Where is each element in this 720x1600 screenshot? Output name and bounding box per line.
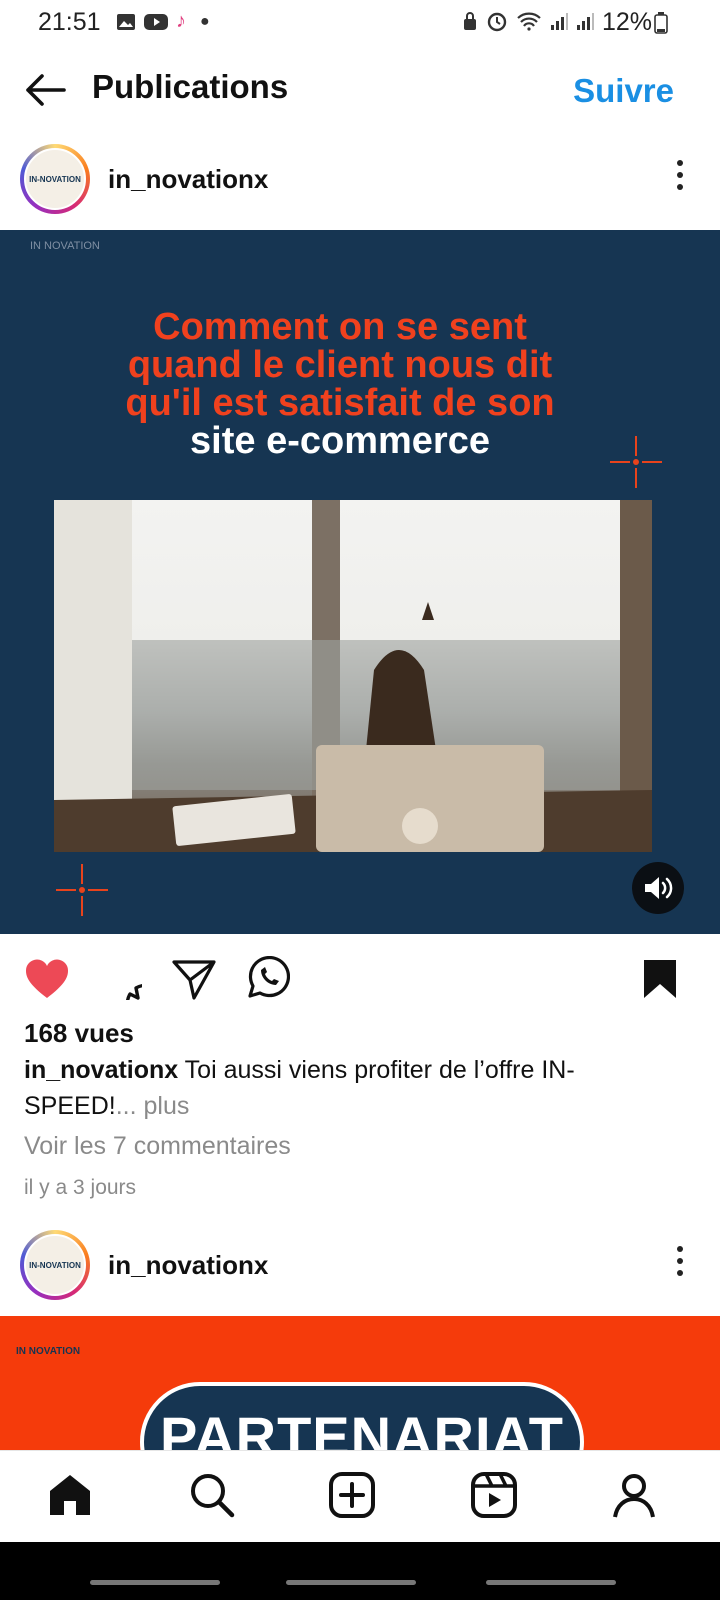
post-header: IN-NOVATION in_novationx: [0, 130, 720, 230]
brand-watermark: IN NOVATION: [16, 1346, 81, 1357]
partner-banner: PARTENARIAT: [140, 1382, 584, 1450]
headline-line-1: Comment on se sent: [153, 306, 527, 348]
caption-more-link[interactable]: ... plus: [116, 1092, 190, 1120]
bookmark-icon[interactable]: [642, 958, 678, 1000]
post-caption: in_novationx Toi aussi viens profiter de…: [24, 1052, 664, 1124]
post-username[interactable]: in_novationx: [108, 1250, 268, 1281]
brand-watermark: IN NOVATION: [30, 240, 100, 252]
alarm-icon: [487, 12, 507, 32]
tiktok-icon: ♪: [176, 10, 186, 32]
headline-line-4: site e-commerce: [190, 420, 490, 462]
vpn-lock-icon: [464, 12, 476, 30]
video-headline: Comment on se sent quand le client nous …: [0, 308, 680, 460]
avatar-logo: IN-NOVATION: [24, 148, 86, 210]
profile-icon[interactable]: [610, 1471, 658, 1519]
back-arrow-icon[interactable]: [22, 70, 68, 110]
comment-icon[interactable]: [100, 958, 142, 1000]
status-time: 21:51: [38, 8, 101, 36]
follow-button[interactable]: Suivre: [573, 72, 674, 110]
avatar[interactable]: IN-NOVATION: [20, 1230, 90, 1300]
headline-line-3: qu'il est satisfait de son: [125, 382, 555, 424]
share-icon[interactable]: [172, 958, 216, 1000]
signal-icon-2: [577, 13, 594, 30]
avatar[interactable]: IN-NOVATION: [20, 144, 90, 214]
recent-apps-button[interactable]: [90, 1580, 220, 1585]
partner-banner-text: PARTENARIAT: [159, 1405, 564, 1450]
page-title: Publications: [92, 68, 289, 105]
sound-toggle-button[interactable]: [632, 862, 684, 914]
battery-percent: 12%: [602, 8, 653, 36]
bottom-navigation: [0, 1450, 720, 1543]
home-gesture-button[interactable]: [286, 1580, 416, 1585]
heart-icon[interactable]: [24, 958, 70, 1000]
notification-icons: ♪ ●: [116, 10, 210, 33]
sparkle-icon: [56, 864, 108, 916]
search-icon[interactable]: [188, 1471, 236, 1519]
back-gesture-button[interactable]: [486, 1580, 616, 1585]
post-media-image[interactable]: IN NOVATION PARTENARIAT: [0, 1316, 720, 1450]
view-comments-link[interactable]: Voir les 7 commentaires: [24, 1132, 291, 1161]
top-app-bar: Publications Suivre: [0, 46, 720, 132]
status-bar: 21:51 ♪ ● 12%: [0, 0, 720, 46]
wifi-icon: [517, 12, 541, 31]
avatar-logo: IN-NOVATION: [24, 1234, 86, 1296]
whatsapp-icon[interactable]: [246, 956, 290, 1000]
home-icon[interactable]: [46, 1471, 94, 1519]
system-navigation-bar: [0, 1542, 720, 1600]
sparkle-icon: [610, 436, 662, 488]
video-frame: [54, 500, 652, 852]
dot-icon: ●: [200, 12, 210, 30]
post-media-video[interactable]: IN NOVATION Comment on se sent quand le …: [0, 230, 720, 934]
system-icons: [462, 10, 594, 32]
create-icon[interactable]: [328, 1471, 376, 1519]
gallery-icon: [117, 13, 135, 30]
more-options-icon[interactable]: [674, 160, 686, 200]
post-username[interactable]: in_novationx: [108, 164, 268, 195]
caption-username[interactable]: in_novationx: [24, 1056, 178, 1084]
headline-line-2: quand le client nous dit: [127, 344, 553, 386]
views-count: 168 vues: [24, 1018, 134, 1048]
post-timestamp: il y a 3 jours: [24, 1176, 137, 1199]
more-options-icon[interactable]: [674, 1246, 686, 1286]
reels-icon[interactable]: [470, 1471, 518, 1519]
youtube-icon: [144, 13, 168, 30]
battery-icon: [654, 12, 668, 34]
sound-icon: [645, 877, 673, 899]
post-actions: [0, 934, 720, 1024]
post-header: IN-NOVATION in_novationx: [0, 1216, 720, 1316]
signal-icon: [551, 13, 568, 30]
